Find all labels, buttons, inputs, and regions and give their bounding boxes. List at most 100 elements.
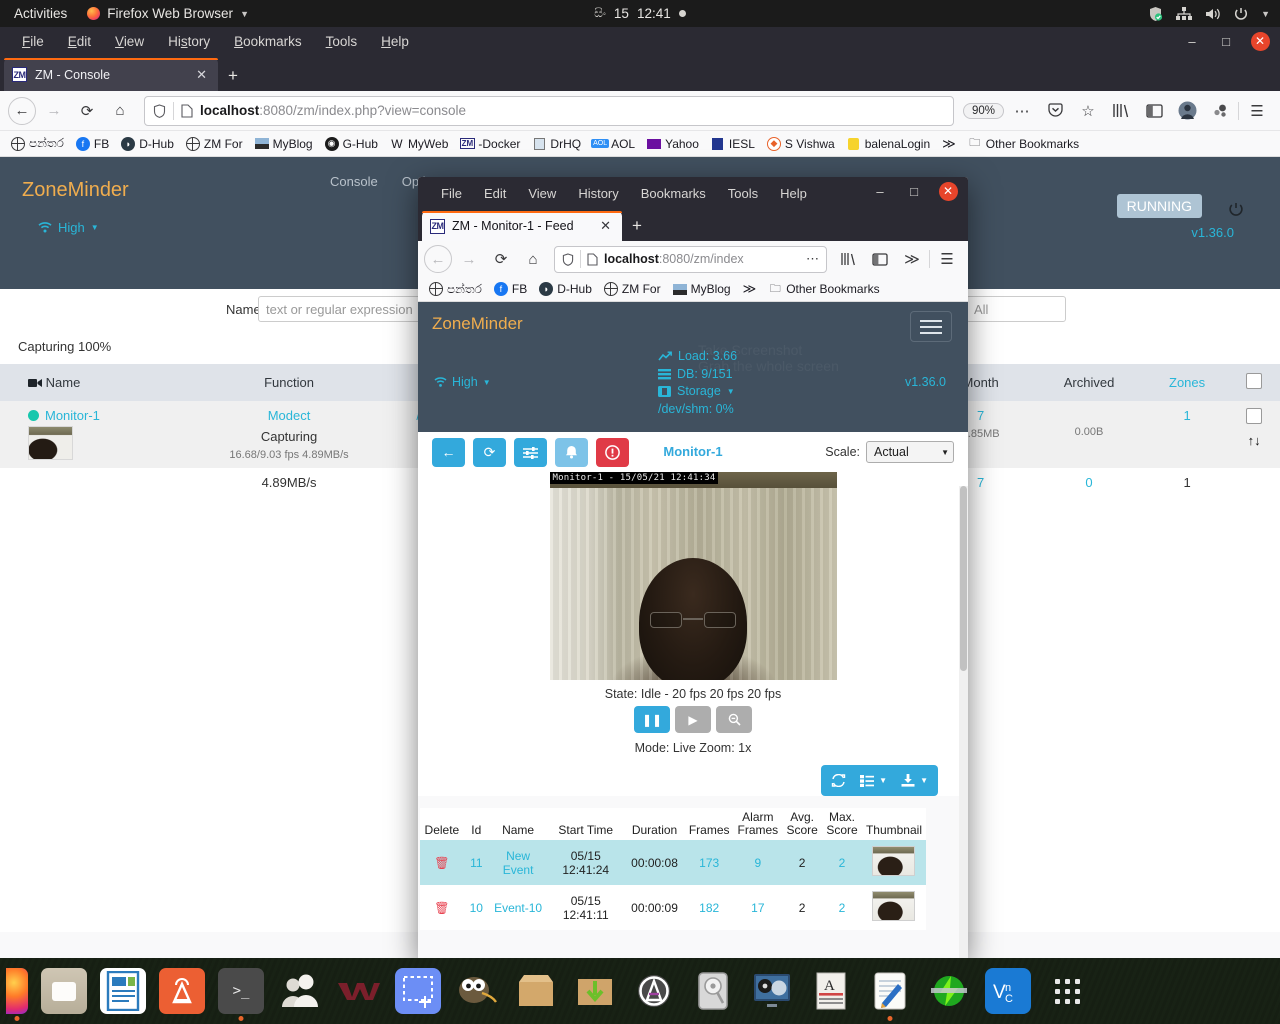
- bookmarks-overflow-icon[interactable]: ≫: [738, 281, 762, 297]
- minimize-button[interactable]: –: [1176, 28, 1208, 54]
- hamburger-menu-icon[interactable]: ☰: [932, 244, 962, 274]
- menu-history[interactable]: History: [567, 183, 629, 204]
- dock-item-app-center[interactable]: [631, 968, 677, 1014]
- column-frames[interactable]: Frames: [685, 808, 734, 840]
- address-bar[interactable]: localhost:8080/zm/index.php?view=console: [144, 95, 954, 126]
- event-thumbnail[interactable]: [872, 891, 916, 921]
- thumbnail-cell[interactable]: [862, 885, 926, 930]
- system-tray[interactable]: ▼: [1148, 0, 1270, 27]
- bookmark-balenalogin[interactable]: balenaLogin: [842, 135, 935, 153]
- nav-console[interactable]: Console: [330, 174, 378, 189]
- extensions-icon[interactable]: [1205, 96, 1235, 126]
- bookmark-g-hub[interactable]: ◉ G-Hub: [320, 135, 383, 153]
- reload-icon[interactable]: ⟳: [72, 96, 102, 126]
- input-language-indicator[interactable]: සිං: [594, 6, 606, 21]
- popup-window-controls[interactable]: – □ ✕: [864, 177, 964, 205]
- shield-check-icon[interactable]: [1148, 6, 1163, 22]
- zoom-level-badge[interactable]: 90%: [962, 102, 1004, 119]
- column-start-time[interactable]: Start Time: [547, 808, 624, 840]
- bookmark-panthara[interactable]: පන්තර: [6, 134, 69, 153]
- bookmark-zm-for[interactable]: ZM For: [599, 280, 666, 298]
- hamburger-menu-icon[interactable]: ☰: [1242, 96, 1272, 126]
- delete-cell[interactable]: 🗑: [420, 885, 464, 930]
- shield-icon[interactable]: [153, 103, 166, 118]
- play-icon[interactable]: ▶: [675, 706, 711, 733]
- bookmark-drhq[interactable]: DrHQ: [527, 135, 586, 153]
- zoom-out-icon[interactable]: [716, 706, 752, 733]
- id-cell[interactable]: 10: [464, 885, 489, 930]
- delete-cell[interactable]: 🗑: [420, 840, 464, 885]
- library-icon[interactable]: [1106, 96, 1136, 126]
- bookmark-myblog[interactable]: MyBlog: [668, 280, 736, 298]
- column-function[interactable]: Function: [216, 364, 362, 401]
- back-icon[interactable]: ←: [424, 245, 452, 273]
- back-icon[interactable]: ←: [8, 96, 36, 125]
- menu-tools[interactable]: Tools: [314, 31, 370, 52]
- new-tab-button[interactable]: +: [622, 211, 652, 241]
- name-cell[interactable]: Event-10: [489, 885, 547, 930]
- outer-window-controls[interactable]: – □ ✕: [1176, 27, 1276, 55]
- bookmark-star-icon[interactable]: ☆: [1073, 96, 1103, 126]
- scrollbar-thumb[interactable]: [960, 486, 967, 671]
- dock-item-vmware[interactable]: [336, 968, 382, 1014]
- pause-icon[interactable]: ❚❚: [634, 706, 670, 733]
- monitor-thumbnail[interactable]: [28, 426, 73, 460]
- close-tab-icon[interactable]: ✕: [597, 218, 614, 234]
- dock-item-flash-tool[interactable]: [926, 968, 972, 1014]
- menu-help[interactable]: Help: [369, 31, 421, 52]
- menu-help[interactable]: Help: [769, 183, 818, 204]
- bandwidth-selector[interactable]: High ▼: [38, 220, 99, 235]
- dock-item-users[interactable]: [277, 968, 323, 1014]
- menu-file[interactable]: File: [430, 183, 473, 204]
- bookmark-d-hub[interactable]: ◗ D-Hub: [116, 135, 179, 153]
- column-archived[interactable]: Archived: [1032, 364, 1146, 401]
- bookmark-docker[interactable]: ZM -Docker: [455, 135, 525, 153]
- column-duration[interactable]: Duration: [624, 808, 685, 840]
- menu-view[interactable]: View: [517, 183, 567, 204]
- dock-item-ubuntu-software[interactable]: [159, 968, 205, 1014]
- address-bar[interactable]: localhost:8080/zm/index ⋯: [554, 245, 827, 273]
- column-max-score[interactable]: Max. Score: [822, 808, 862, 840]
- scale-control[interactable]: Scale: Actual ▼: [825, 441, 954, 463]
- bookmark-yahoo[interactable]: Yahoo: [642, 135, 704, 153]
- dock-item-vnc-viewer[interactable]: VnC: [985, 968, 1031, 1014]
- bookmark-d-hub[interactable]: ◗ D-Hub: [534, 280, 597, 298]
- overflow-chevrons-icon[interactable]: ≫: [897, 244, 927, 274]
- dock-item-files[interactable]: [41, 968, 87, 1014]
- row-checkbox[interactable]: [1246, 408, 1263, 424]
- event-thumbnail[interactable]: [872, 846, 916, 876]
- dock-item-terminal[interactable]: >_: [218, 968, 264, 1021]
- bandwidth-selector[interactable]: High ▼: [434, 375, 491, 389]
- menu-bookmarks[interactable]: Bookmarks: [222, 31, 314, 52]
- tab-zm-monitor-feed[interactable]: ZM ZM - Monitor-1 - Feed ✕: [422, 211, 622, 241]
- bookmarks-overflow-icon[interactable]: ≫: [937, 136, 961, 152]
- menu-tools[interactable]: Tools: [717, 183, 769, 204]
- frames-cell[interactable]: 182: [685, 885, 734, 930]
- new-tab-button[interactable]: +: [218, 61, 248, 91]
- menu-edit[interactable]: Edit: [56, 31, 103, 52]
- reorder-handle-icon[interactable]: ↑↓: [1234, 427, 1274, 448]
- column-name[interactable]: Name: [0, 364, 217, 401]
- dock-item-libreoffice-writer[interactable]: [100, 968, 146, 1014]
- library-icon[interactable]: [833, 244, 863, 274]
- account-avatar-icon[interactable]: [1172, 96, 1202, 126]
- chevron-down-icon[interactable]: ▼: [1261, 9, 1270, 19]
- bookmark-other-bookmarks[interactable]: 🗀 Other Bookmarks: [963, 135, 1084, 153]
- status-badge[interactable]: RUNNING: [1116, 194, 1202, 218]
- dock-item-fonts[interactable]: A: [808, 968, 854, 1014]
- sidebar-icon[interactable]: [1139, 96, 1169, 126]
- id-cell[interactable]: 11: [463, 840, 489, 885]
- menu-bookmarks[interactable]: Bookmarks: [630, 183, 717, 204]
- dock-item-media-player[interactable]: [749, 968, 795, 1014]
- dock-item-software-updater[interactable]: [572, 968, 618, 1014]
- scale-select[interactable]: Actual ▼: [866, 441, 954, 463]
- column-alarm-frames[interactable]: Alarm Frames: [734, 808, 783, 840]
- bookmark-aol[interactable]: AOL AOL: [588, 135, 640, 153]
- menu-history[interactable]: History: [156, 31, 222, 52]
- download-button[interactable]: ▼: [901, 774, 928, 787]
- monitor-zones-cell[interactable]: 1: [1145, 401, 1229, 468]
- sidebar-icon[interactable]: [865, 244, 895, 274]
- home-icon[interactable]: ⌂: [105, 96, 135, 126]
- events-action-group[interactable]: ▼ ▼: [821, 765, 938, 796]
- bookmark-other-bookmarks[interactable]: 🗀 Other Bookmarks: [763, 280, 884, 298]
